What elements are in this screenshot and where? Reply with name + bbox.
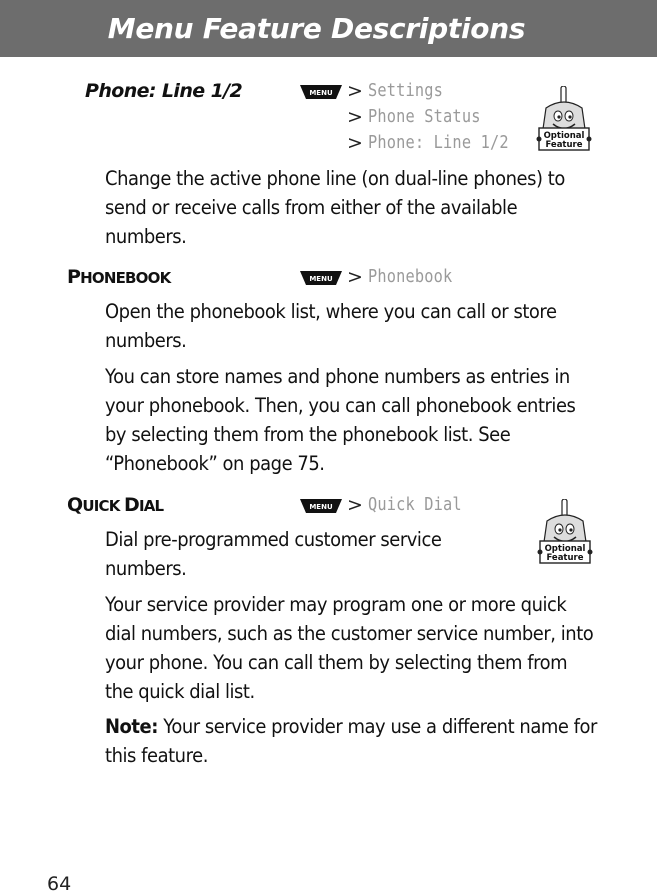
entry-title-phone-line: Phone: Line 1/2 (85, 80, 243, 102)
svg-text:MENU: MENU (309, 503, 333, 511)
page-number: 64 (47, 873, 72, 895)
path-separator: > (347, 266, 363, 288)
svg-text:Feature: Feature (545, 140, 582, 150)
page-header: Menu Feature Descriptions (0, 0, 657, 57)
path-separator: > (347, 132, 363, 154)
page-title: Menu Feature Descriptions (107, 12, 526, 45)
svg-text:MENU: MENU (309, 275, 333, 283)
description-paragraph: Change the active phone line (on dual-li… (105, 167, 565, 248)
entry-title-quick-dial: QUICK DIAL (67, 494, 164, 516)
path-separator: > (347, 106, 363, 128)
menu-key-icon: MENU (300, 85, 342, 99)
description-paragraph: Your service provider may program one or… (105, 593, 594, 703)
note-paragraph: Note: Your service provider may use a di… (105, 712, 597, 770)
menu-path-item: Phone: Line 1/2 (368, 132, 509, 153)
menu-path-item: Settings (368, 80, 444, 101)
optional-feature-icon: Optional Feature (537, 499, 593, 564)
path-separator: > (347, 80, 363, 102)
description-paragraph: You can store names and phone numbers as… (105, 365, 576, 475)
menu-key-icon: MENU (300, 499, 342, 513)
description-paragraph: Open the phonebook list, where you can c… (105, 300, 557, 352)
menu-key-icon: MENU (300, 271, 342, 285)
optional-feature-icon: Optional Feature (536, 86, 592, 151)
menu-path-item: Quick Dial (368, 494, 462, 515)
note-label: Note: (105, 715, 158, 738)
entry-title-phonebook: PHONEBOOK (67, 266, 171, 288)
note-text: Your service provider may use a differen… (105, 715, 597, 767)
description-paragraph: Dial pre-programmed customer service num… (105, 528, 442, 580)
menu-path-item: Phone Status (368, 106, 481, 127)
svg-text:Feature: Feature (546, 553, 583, 563)
path-separator: > (347, 494, 363, 516)
menu-path-item: Phonebook (368, 266, 453, 287)
svg-text:MENU: MENU (309, 89, 333, 97)
